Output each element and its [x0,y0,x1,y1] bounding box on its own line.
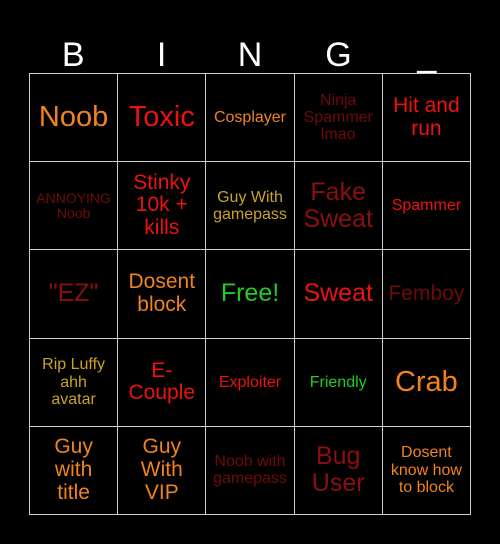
bingo-cell-r4c5[interactable]: Crab [382,338,471,427]
bingo-cell-label: Spammer [391,197,462,215]
bingo-cell-r4c4[interactable]: Friendly [294,338,383,427]
bingo-cell-r1c4[interactable]: Ninja Spammer lmao [294,74,383,163]
bingo-header-letter-1: B [61,36,85,74]
bingo-cell-r2c5[interactable]: Spammer [382,162,471,251]
bingo-cell-label: Stinky 10k + kills [133,170,191,240]
bingo-cell-r5c5[interactable]: Dosent know how to block [382,426,471,515]
bingo-grid[interactable]: Noob Toxic Cosplayer Ninja Spammer lmao Hit … [29,73,471,515]
bingo-cell-r5c2[interactable]: Guy With VIP [118,426,207,515]
bingo-cell-r4c1[interactable]: Rip Luffy ahh avatar [30,338,119,427]
bingo-cell-r1c3[interactable]: Cosplayer [206,74,295,163]
bingo-cell-label: Ninja Spammer lmao [303,91,373,144]
bingo-cell-label: Noob [38,100,109,133]
bingo-cell-label: Dosent block [128,270,196,316]
bingo-cell-r4c3[interactable]: Exploiter [206,338,295,427]
bingo-cell-label: Friendly [309,373,367,391]
bingo-cell-r3c2[interactable]: Dosent block [118,250,207,339]
bingo-header-letter-5: _ [417,36,437,74]
bingo-cell-r2c4[interactable]: Fake Sweat [294,162,383,251]
bingo-card: B I N G _ Noob Toxic Cosplayer Ninja Spammer lm… [0,0,500,544]
bingo-cell-label: Hit and run [393,93,460,140]
bingo-cell-r5c3[interactable]: Noob with gamepass [206,426,295,515]
bingo-cell-r2c3[interactable]: Guy With gamepass [206,162,295,251]
bingo-cell-label: Bug User [311,442,365,498]
bingo-cell-label: Toxic [128,100,195,133]
bingo-cell-r1c5[interactable]: Hit and run [382,74,471,163]
bingo-cell-label: Noob with gamepass [213,453,287,488]
bingo-header-letter-3: N [237,36,263,74]
bingo-cell-label: Sweat [303,279,373,308]
bingo-cell-r4c2[interactable]: E- Couple [118,338,207,427]
bingo-cell-r3c1[interactable]: "EZ" [30,250,119,339]
bingo-header-letter-2: I [156,36,167,74]
bingo-cell-label: Femboy [388,281,465,305]
bingo-cell-label: Free! [220,279,280,308]
bingo-cell-label: Crab [394,365,458,398]
bingo-cell-label: Guy With gamepass [213,188,287,223]
bingo-cell-label: ANNOYING Noob [36,189,111,221]
bingo-cell-r2c2[interactable]: Stinky 10k + kills [118,162,207,251]
bingo-cell-label: Fake Sweat [303,177,373,233]
bingo-cell-r1c2[interactable]: Toxic [118,74,207,163]
bingo-header: B I N G _ [29,22,471,73]
bingo-header-letter-4: G [325,36,352,74]
bingo-cell-label: Rip Luffy ahh avatar [42,356,106,408]
bingo-cell-label: Guy With VIP [140,435,183,504]
bingo-cell-r1c1[interactable]: Noob [30,74,119,163]
bingo-cell-label: "EZ" [48,279,99,308]
bingo-cell-label: E- Couple [128,358,196,405]
bingo-cell-label: Exploiter [218,373,282,391]
bingo-cell-r3c4[interactable]: Sweat [294,250,383,339]
bingo-cell-r3c5[interactable]: Femboy [382,250,471,339]
bingo-cell-label: Guy with title [54,435,93,504]
bingo-cell-label: Dosent know how to block [390,444,462,497]
bingo-cell-r5c1[interactable]: Guy with title [30,426,119,515]
bingo-cell-r2c1[interactable]: ANNOYING Noob [30,162,119,251]
bingo-cell-r5c4[interactable]: Bug User [294,426,383,515]
bingo-cell-r3c3[interactable]: Free! [206,250,295,339]
bingo-cell-label: Cosplayer [213,108,286,126]
